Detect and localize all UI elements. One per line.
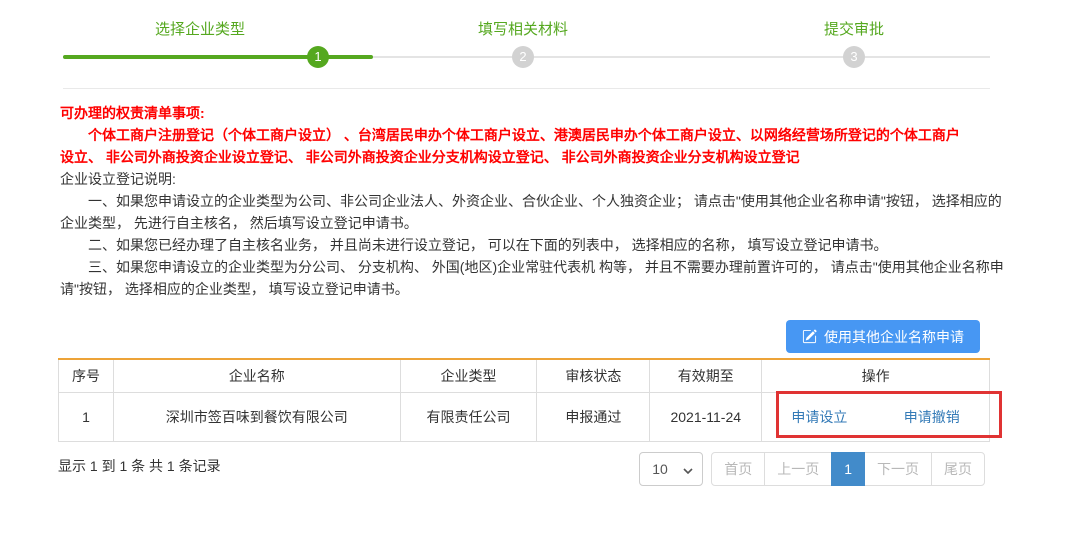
step-label-2: 填写相关材料: [478, 18, 568, 39]
cell-operation: 申请设立 申请撤销: [762, 393, 990, 442]
apply-establish-link[interactable]: 申请设立: [791, 407, 847, 427]
header-company-name: 企业名称: [113, 359, 400, 393]
company-table: 序号 企业名称 企业类型 审核状态 有效期至 操作 1 深圳市签百味到餐饮有限公…: [58, 358, 990, 442]
pagination-prev[interactable]: 上一页: [764, 452, 832, 486]
pagination-buttons: 首页 上一页 1 下一页 尾页: [711, 452, 985, 486]
step-label-3: 提交审批: [824, 18, 884, 39]
notice-section: 可办理的权责清单事项: 个体工商户注册登记（个体工商户设立） 、台湾居民申办个体…: [60, 102, 1005, 300]
desc-item-1: 一、如果您申请设立的企业类型为公司、非公司企业法人、外资企业、合伙企业、个人独资…: [60, 190, 1005, 234]
chevron-down-icon: [683, 461, 693, 477]
header-index: 序号: [59, 359, 114, 393]
cell-company-type: 有限责任公司: [400, 393, 537, 442]
page-size-value: 10: [652, 461, 668, 477]
pagination-last[interactable]: 尾页: [931, 452, 985, 486]
pagination: 10 首页 上一页 1 下一页 尾页: [639, 452, 985, 486]
page: 选择企业类型 填写相关材料 提交审批 1 2 3 可办理的权责清单事项: 个体工…: [0, 0, 1070, 534]
header-company-type: 企业类型: [400, 359, 537, 393]
records-summary: 显示 1 到 1 条 共 1 条记录: [58, 456, 221, 476]
pagination-page-1[interactable]: 1: [831, 452, 865, 486]
desc-item-2: 二、如果您已经办理了自主核名业务， 并且尚未进行设立登记， 可以在下面的列表中，…: [60, 234, 1005, 256]
notice-heading: 可办理的权责清单事项:: [60, 102, 1005, 124]
pagination-next[interactable]: 下一页: [864, 452, 932, 486]
cell-audit-status: 申报通过: [537, 393, 650, 442]
step-circle-3: 3: [843, 46, 865, 68]
edit-icon: [802, 329, 817, 344]
cell-index: 1: [59, 393, 114, 442]
desc-item-3: 三、如果您申请设立的企业类型为分公司、 分支机构、 外国(地区)企业常驻代表机 …: [60, 256, 1005, 300]
header-audit-status: 审核状态: [537, 359, 650, 393]
notice-items: 个体工商户注册登记（个体工商户设立） 、台湾居民申办个体工商户设立、港澳居民申办…: [60, 124, 970, 168]
apply-revoke-link[interactable]: 申请撤销: [904, 407, 960, 427]
use-other-name-label: 使用其他企业名称申请: [824, 327, 964, 347]
step-circle-2: 2: [512, 46, 534, 68]
use-other-name-button[interactable]: 使用其他企业名称申请: [786, 320, 980, 353]
section-divider: [63, 88, 990, 89]
page-size-select[interactable]: 10: [639, 452, 703, 486]
header-valid-until: 有效期至: [650, 359, 762, 393]
cell-company-name: 深圳市签百味到餐饮有限公司: [113, 393, 400, 442]
step-circle-1: 1: [307, 46, 329, 68]
pagination-first[interactable]: 首页: [711, 452, 765, 486]
step-label-1: 选择企业类型: [155, 18, 245, 39]
header-operation: 操作: [762, 359, 990, 393]
cell-valid-until: 2021-11-24: [650, 393, 762, 442]
desc-title: 企业设立登记说明:: [60, 168, 1005, 190]
table-row: 1 深圳市签百味到餐饮有限公司 有限责任公司 申报通过 2021-11-24 申…: [59, 393, 990, 442]
table-header-row: 序号 企业名称 企业类型 审核状态 有效期至 操作: [59, 359, 990, 393]
